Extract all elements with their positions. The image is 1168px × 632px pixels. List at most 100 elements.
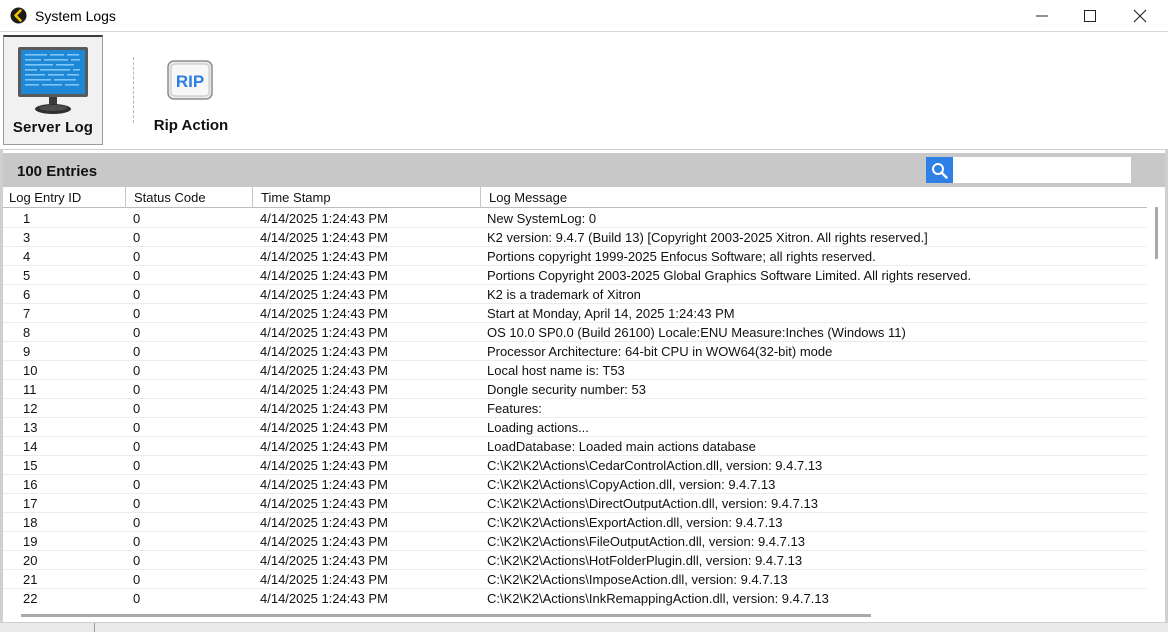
table-row[interactable]: 10 0 4/14/2025 1:24:43 PM Local host name i… xyxy=(3,361,1147,380)
close-button[interactable] xyxy=(1117,0,1163,32)
table-row[interactable]: 1 0 4/14/2025 1:24:43 PM New SystemLog: 0 xyxy=(3,209,1147,228)
vertical-scroll-thumb[interactable] xyxy=(1155,207,1158,259)
monitor-icon xyxy=(18,47,88,114)
cell-time-stamp: 4/14/2025 1:24:43 PM xyxy=(260,306,388,321)
table-row[interactable]: 13 0 4/14/2025 1:24:43 PM Loading actions..… xyxy=(3,418,1147,437)
table-row[interactable]: 22 0 4/14/2025 1:24:43 PM C:\K2\K2\Actions\… xyxy=(3,589,1147,607)
cell-log-entry-id: 18 xyxy=(23,515,38,530)
cell-log-entry-id: 17 xyxy=(23,496,38,511)
cell-status-code: 0 xyxy=(133,325,141,340)
cell-log-message: LoadDatabase: Loaded main actions databa… xyxy=(487,439,756,454)
cell-log-entry-id: 20 xyxy=(23,553,38,568)
cell-status-code: 0 xyxy=(133,496,141,511)
table-row[interactable]: 16 0 4/14/2025 1:24:43 PM C:\K2\K2\Actions\… xyxy=(3,475,1147,494)
cell-time-stamp: 4/14/2025 1:24:43 PM xyxy=(260,572,388,587)
log-grid: Log Entry ID Status Code Time Stamp Log … xyxy=(3,187,1165,607)
cell-log-message: C:\K2\K2\Actions\FileOutputAction.dll, v… xyxy=(487,534,805,549)
grid-rows: 1 0 4/14/2025 1:24:43 PM New SystemLog: 030… xyxy=(3,209,1147,607)
cell-log-message: C:\K2\K2\Actions\DirectOutputAction.dll,… xyxy=(487,496,818,511)
cell-log-entry-id: 1 xyxy=(23,211,31,226)
table-row[interactable]: 15 0 4/14/2025 1:24:43 PM C:\K2\K2\Actions\… xyxy=(3,456,1147,475)
title-bar: System Logs xyxy=(0,0,1168,32)
cell-log-entry-id: 9 xyxy=(23,344,31,359)
cell-status-code: 0 xyxy=(133,382,141,397)
minimize-button[interactable] xyxy=(1019,0,1065,32)
cell-log-entry-id: 11 xyxy=(23,382,37,397)
server-log-label: Server Log xyxy=(12,119,94,136)
cell-log-entry-id: 16 xyxy=(23,477,38,492)
close-icon xyxy=(1133,9,1147,23)
cell-status-code: 0 xyxy=(133,287,141,302)
cell-status-code: 0 xyxy=(133,230,141,245)
table-row[interactable]: 6 0 4/14/2025 1:24:43 PM K2 is a trademark … xyxy=(3,285,1147,304)
horizontal-scroll-thumb[interactable] xyxy=(21,614,871,617)
entries-header: 100 Entries xyxy=(3,153,1165,187)
cell-log-message: C:\K2\K2\Actions\ExportAction.dll, versi… xyxy=(487,515,783,530)
column-header-time-stamp[interactable]: Time Stamp xyxy=(253,187,481,208)
cell-log-message: Portions Copyright 2003-2025 Global Grap… xyxy=(487,268,972,283)
table-row[interactable]: 9 0 4/14/2025 1:24:43 PM Processor Architec… xyxy=(3,342,1147,361)
search-button[interactable] xyxy=(926,157,953,183)
cell-time-stamp: 4/14/2025 1:24:43 PM xyxy=(260,420,388,435)
entries-count: 100 Entries xyxy=(17,163,98,180)
table-row[interactable]: 17 0 4/14/2025 1:24:43 PM C:\K2\K2\Actions\… xyxy=(3,494,1147,513)
table-row[interactable]: 3 0 4/14/2025 1:24:43 PM K2 version: 9.4.7 … xyxy=(3,228,1147,247)
table-row[interactable]: 14 0 4/14/2025 1:24:43 PM LoadDatabase: Loa… xyxy=(3,437,1147,456)
table-row[interactable]: 11 0 4/14/2025 1:24:43 PM Dongle security n… xyxy=(3,380,1147,399)
rip-icon: RIP xyxy=(167,60,213,100)
cell-status-code: 0 xyxy=(133,268,141,283)
cell-log-entry-id: 10 xyxy=(23,363,38,378)
cell-time-stamp: 4/14/2025 1:24:43 PM xyxy=(260,344,388,359)
rip-action-button[interactable]: RIP Rip Action xyxy=(146,35,236,145)
table-row[interactable]: 8 0 4/14/2025 1:24:43 PM OS 10.0 SP0.0 (Bui… xyxy=(3,323,1147,342)
status-strip xyxy=(0,622,1168,632)
table-row[interactable]: 5 0 4/14/2025 1:24:43 PM Portions Copyright… xyxy=(3,266,1147,285)
search-input[interactable] xyxy=(953,157,1131,183)
cell-status-code: 0 xyxy=(133,477,141,492)
cell-status-code: 0 xyxy=(133,344,141,359)
table-row[interactable]: 19 0 4/14/2025 1:24:43 PM C:\K2\K2\Actions\… xyxy=(3,532,1147,551)
cell-time-stamp: 4/14/2025 1:24:43 PM xyxy=(260,439,388,454)
table-row[interactable]: 21 0 4/14/2025 1:24:43 PM C:\K2\K2\Actions\… xyxy=(3,570,1147,589)
column-header-log-message[interactable]: Log Message xyxy=(481,187,1147,208)
cell-status-code: 0 xyxy=(133,211,141,226)
cell-log-message: Processor Architecture: 64-bit CPU in WO… xyxy=(487,344,833,359)
cell-status-code: 0 xyxy=(133,306,141,321)
cell-log-entry-id: 7 xyxy=(23,306,31,321)
cell-log-message: New SystemLog: 0 xyxy=(487,211,597,226)
cell-log-entry-id: 3 xyxy=(23,230,31,245)
table-row[interactable]: 12 0 4/14/2025 1:24:43 PM Features: xyxy=(3,399,1147,418)
cell-time-stamp: 4/14/2025 1:24:43 PM xyxy=(260,287,388,302)
cell-status-code: 0 xyxy=(133,572,141,587)
rip-icon-text: RIP xyxy=(176,72,204,91)
table-row[interactable]: 18 0 4/14/2025 1:24:43 PM C:\K2\K2\Actions\… xyxy=(3,513,1147,532)
cell-status-code: 0 xyxy=(133,458,141,473)
cell-log-message: C:\K2\K2\Actions\CopyAction.dll, version… xyxy=(487,477,776,492)
cell-log-message: K2 version: 9.4.7 (Build 13) [Copyright … xyxy=(487,230,928,245)
table-row[interactable]: 4 0 4/14/2025 1:24:43 PM Portions copyright… xyxy=(3,247,1147,266)
toolbar: Server Log RIP Rip Action xyxy=(0,33,1168,150)
column-header-status-code[interactable]: Status Code xyxy=(126,187,253,208)
cell-status-code: 0 xyxy=(133,591,141,606)
cell-log-entry-id: 21 xyxy=(23,572,38,587)
cell-log-entry-id: 22 xyxy=(23,591,38,606)
cell-log-message: Local host name is: T53 xyxy=(487,363,625,378)
cell-log-message: Loading actions... xyxy=(487,420,589,435)
cell-time-stamp: 4/14/2025 1:24:43 PM xyxy=(260,249,388,264)
column-header-log-entry-id[interactable]: Log Entry ID xyxy=(3,187,126,208)
server-log-button[interactable]: Server Log xyxy=(3,35,103,145)
cell-log-entry-id: 19 xyxy=(23,534,38,549)
cell-log-message: Features: xyxy=(487,401,542,416)
table-row[interactable]: 20 0 4/14/2025 1:24:43 PM C:\K2\K2\Actions\… xyxy=(3,551,1147,570)
cell-log-entry-id: 12 xyxy=(23,401,38,416)
cell-time-stamp: 4/14/2025 1:24:43 PM xyxy=(260,496,388,511)
cell-time-stamp: 4/14/2025 1:24:43 PM xyxy=(260,382,388,397)
vertical-scrollbar[interactable] xyxy=(1151,207,1165,607)
table-row[interactable]: 7 0 4/14/2025 1:24:43 PM Start at Monday, A… xyxy=(3,304,1147,323)
cell-status-code: 0 xyxy=(133,401,141,416)
cell-time-stamp: 4/14/2025 1:24:43 PM xyxy=(260,534,388,549)
horizontal-scrollbar[interactable] xyxy=(3,608,1165,622)
maximize-button[interactable] xyxy=(1067,0,1113,32)
cell-log-message: OS 10.0 SP0.0 (Build 26100) Locale:ENU M… xyxy=(487,325,906,340)
cell-status-code: 0 xyxy=(133,515,141,530)
